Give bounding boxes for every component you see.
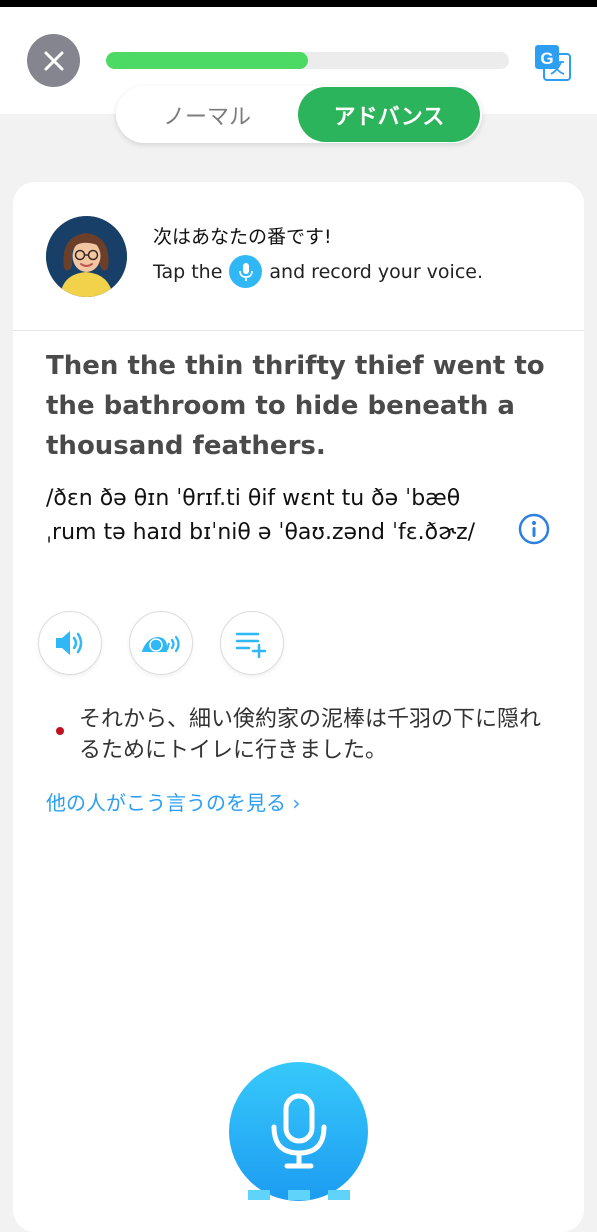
practice-sentence: Then the thin thrifty thief went to the … <box>46 351 545 461</box>
prompt-title: 次はあなたの番です! <box>153 226 332 248</box>
tab-normal[interactable]: ノーマル <box>116 86 298 143</box>
progress-bar <box>106 52 509 69</box>
progress-fill <box>106 52 308 69</box>
label-fragment <box>288 1190 310 1200</box>
translate-button[interactable]: G <box>533 43 573 83</box>
add-to-list-button[interactable] <box>220 611 284 675</box>
ipa-transcription: /ðɛn ðə θɪn ˈθrɪf.ti θif wɛnt tu ðə ˈbæθ… <box>46 486 476 545</box>
microphone-icon <box>271 1093 326 1168</box>
play-slow-button[interactable] <box>129 611 193 675</box>
translate-icon: G <box>535 45 571 81</box>
sentence-translation: それから、細い倹約家の泥棒は千羽の下に隠れるためにトイレに行きました。 <box>79 707 542 763</box>
slow-snail-icon <box>141 635 180 653</box>
prompt-text-after: and record your voice. <box>269 260 483 283</box>
svg-text:G: G <box>540 49 553 68</box>
close-icon <box>44 51 63 70</box>
teacher-avatar-icon <box>46 216 127 297</box>
translation-bullet <box>56 727 64 735</box>
info-button[interactable] <box>518 513 550 545</box>
see-others-link[interactable]: 他の人がこう言うのを見る › <box>46 787 300 816</box>
divider <box>13 330 584 331</box>
close-button[interactable] <box>27 34 80 87</box>
prompt-instruction: Tap the and record your voice. <box>153 255 483 288</box>
play-audio-button[interactable] <box>38 611 102 675</box>
avatar <box>46 216 127 297</box>
record-button[interactable] <box>229 1062 368 1201</box>
mode-toggle: ノーマル アドバンス <box>116 86 482 143</box>
exercise-card: 次はあなたの番です! Tap the and record your voice… <box>13 182 584 1232</box>
mic-icon <box>229 255 263 288</box>
add-to-list-icon <box>235 632 267 658</box>
tab-advance[interactable]: アドバンス <box>298 87 480 142</box>
status-bar <box>0 0 597 7</box>
speaker-icon <box>56 631 83 655</box>
prompt-text-before: Tap the <box>153 260 223 283</box>
info-icon <box>518 513 550 545</box>
label-fragment <box>328 1190 350 1200</box>
label-fragment <box>248 1190 270 1200</box>
record-label-partial <box>229 1190 369 1210</box>
